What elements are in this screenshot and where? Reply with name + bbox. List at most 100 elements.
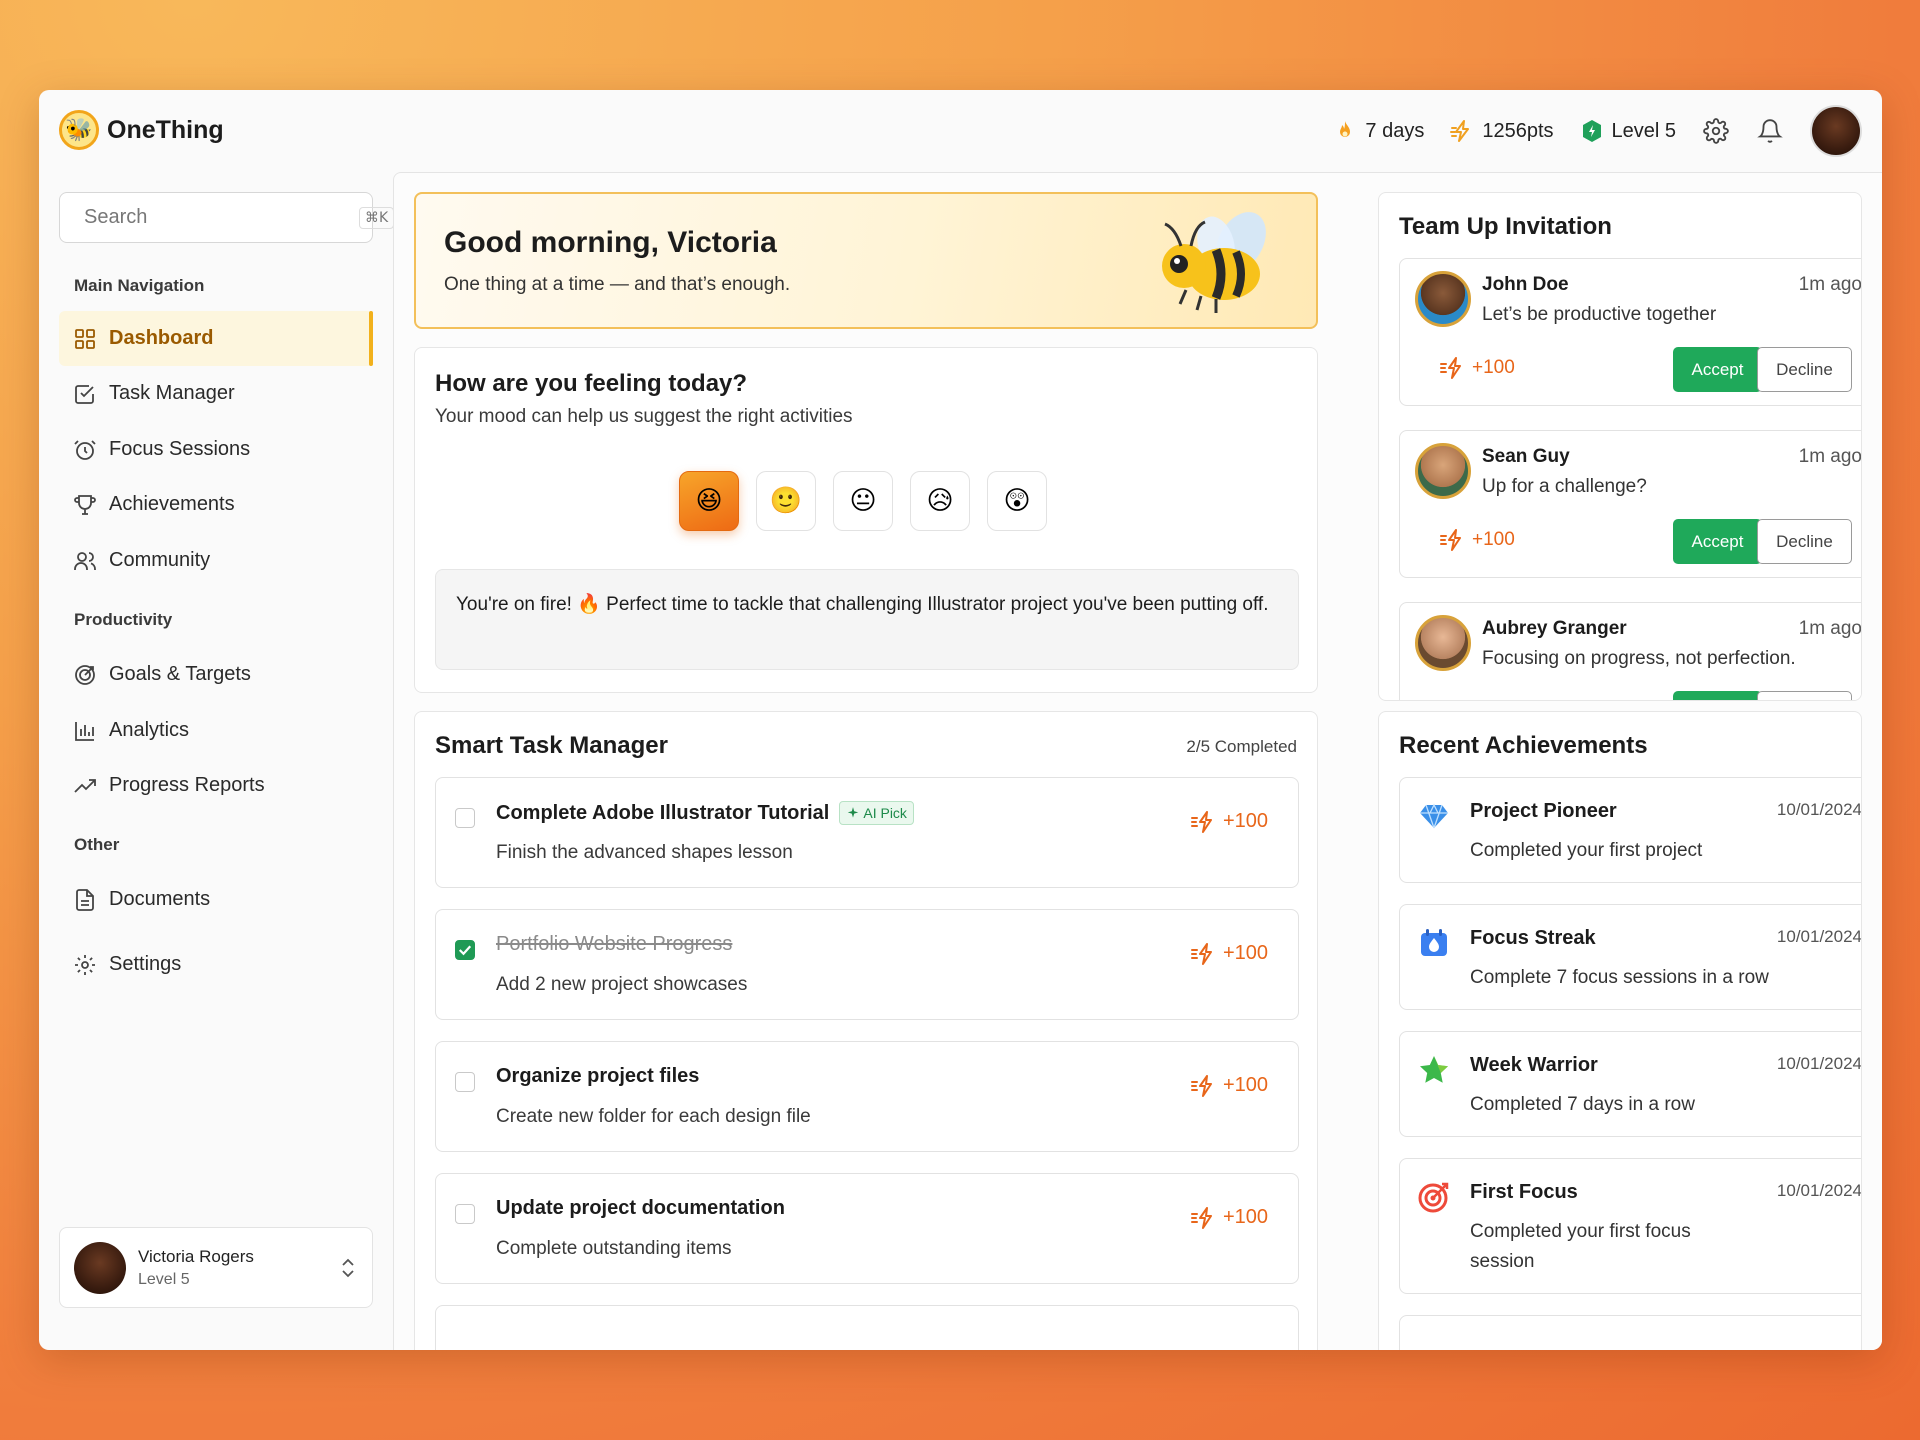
sparkle-icon: [848, 807, 859, 818]
achievement-description: Completed your first focus session: [1470, 1221, 1691, 1272]
sidebar-item-focus-sessions[interactable]: Focus Sessions: [59, 422, 373, 477]
accept-button[interactable]: Accept: [1673, 519, 1762, 564]
task-checkbox[interactable]: [455, 808, 475, 828]
user-switcher[interactable]: Victoria Rogers Level 5: [59, 1227, 373, 1308]
task-description: Complete outstanding items: [496, 1238, 732, 1259]
sidebar-item-dashboard[interactable]: Dashboard: [59, 311, 373, 366]
points-value: 1256pts: [1482, 119, 1554, 142]
app-window: 🐝 OneThing 7 days 1256pts Level 5 Search…: [39, 90, 1882, 1350]
flame-icon: [1340, 121, 1351, 137]
lightning-icon: [1190, 942, 1212, 965]
target-arrow-icon: [1418, 1182, 1449, 1213]
achievement-description: Complete 7 focus sessions in a row: [1470, 967, 1769, 988]
achievement-title: Week Warrior: [1470, 1054, 1598, 1076]
mood-option-laughing[interactable]: 😆: [679, 471, 739, 531]
bar-chart-icon: [75, 721, 94, 741]
task-points-value: +100: [1222, 1074, 1268, 1096]
decline-button[interactable]: Decline: [1757, 519, 1852, 564]
search-shortcut: ⌘K: [359, 206, 395, 229]
brand[interactable]: 🐝 OneThing: [59, 110, 224, 150]
mood-option-neutral[interactable]: 😐: [833, 471, 893, 531]
invite-points: +100: [1440, 529, 1515, 551]
achievement-date: 10/01/2024: [1776, 927, 1862, 946]
invite-message: Up for a challenge?: [1482, 476, 1647, 497]
achievement-date: 10/01/2024: [1776, 1181, 1862, 1200]
task-item-partial[interactable]: [435, 1305, 1299, 1350]
level-stat: Level 5: [1580, 119, 1677, 143]
sidebar-item-settings[interactable]: Settings: [59, 937, 373, 992]
nav-section-other: Other: [74, 835, 120, 854]
sidebar-item-community[interactable]: Community: [59, 533, 373, 588]
mood-card: How are you feeling today? Your mood can…: [414, 347, 1318, 693]
lightning-icon: [1190, 1074, 1212, 1097]
invite-name: John Doe: [1482, 274, 1569, 295]
sidebar-item-task-manager[interactable]: Task Manager: [59, 366, 373, 421]
lightning-icon: [1440, 357, 1461, 379]
sidebar-item-label: Documents: [109, 888, 211, 910]
team-up-card: Team Up Invitation John Doe 1m ago Let’s…: [1378, 192, 1862, 701]
task-item[interactable]: Portfolio Website Progress Add 2 new pro…: [435, 909, 1299, 1020]
task-item[interactable]: Update project documentation Complete ou…: [435, 1173, 1299, 1284]
search-box[interactable]: ⌘K: [59, 192, 395, 243]
task-item[interactable]: Complete Adobe Illustrator Tutorial AI P…: [435, 777, 1299, 888]
user-level: Level 5: [138, 1270, 190, 1288]
achievement-description: Completed 7 days in a row: [1470, 1094, 1695, 1115]
task-checkbox-checked[interactable]: [455, 940, 475, 960]
accept-button[interactable]: Accept: [1673, 347, 1762, 392]
mood-subtitle: Your mood can help us suggest the right …: [435, 406, 853, 427]
accept-button[interactable]: Accept: [1673, 691, 1762, 700]
lightning-icon: [1440, 529, 1461, 551]
task-checkbox[interactable]: [455, 1072, 475, 1092]
task-description: Add 2 new project showcases: [496, 974, 748, 995]
tasks-completed-count: 2/5 Completed: [1186, 737, 1297, 756]
greeting-banner: Good morning, Victoria One thing at a ti…: [414, 192, 1318, 329]
ai-pick-label: AI Pick: [863, 805, 907, 821]
sidebar-item-label: Community: [109, 549, 211, 571]
app-name: OneThing: [107, 115, 224, 144]
lightning-icon: [1190, 1206, 1212, 1229]
settings-button[interactable]: [1702, 117, 1730, 145]
sidebar-item-documents[interactable]: Documents: [59, 872, 373, 927]
invite-time: 1m ago: [1798, 274, 1862, 295]
points-stat: 1256pts: [1450, 119, 1554, 143]
task-title-text: Complete Adobe Illustrator Tutorial: [496, 801, 830, 824]
mood-option-surprised[interactable]: 😲: [987, 471, 1047, 531]
sidebar-item-achievements[interactable]: Achievements: [59, 477, 373, 532]
invite-time: 1m ago: [1798, 618, 1862, 639]
target-icon: [75, 664, 95, 685]
task-checkbox[interactable]: [455, 1204, 475, 1224]
gear-icon: [1703, 118, 1729, 144]
streak-stat: 7 days: [1333, 119, 1424, 143]
users-icon: [74, 551, 96, 570]
notifications-button[interactable]: [1756, 117, 1784, 145]
achievement-date: 10/01/2024: [1776, 1054, 1862, 1073]
task-title: Complete Adobe Illustrator Tutorial AI P…: [496, 801, 914, 825]
profile-avatar[interactable]: [1810, 105, 1862, 157]
decline-button[interactable]: Decline: [1757, 691, 1852, 700]
decline-button[interactable]: Decline: [1757, 347, 1852, 392]
mood-option-smile[interactable]: 🙂: [756, 471, 816, 531]
mood-option-sad[interactable]: 😥: [910, 471, 970, 531]
invite-item: Sean Guy 1m ago Up for a challenge? +100…: [1399, 430, 1861, 578]
team-title: Team Up Invitation: [1399, 213, 1612, 240]
sidebar-item-goals[interactable]: Goals & Targets: [59, 647, 373, 702]
task-title: Portfolio Website Progress: [496, 933, 733, 955]
search-input[interactable]: [84, 206, 349, 229]
task-item[interactable]: Organize project files Create new folder…: [435, 1041, 1299, 1152]
sidebar-item-analytics[interactable]: Analytics: [59, 703, 373, 758]
bee-illustration-icon: [1162, 212, 1266, 313]
task-points-value: +100: [1222, 942, 1268, 964]
lightning-icon: [1190, 810, 1212, 833]
sidebar-item-progress-reports[interactable]: Progress Reports: [59, 758, 373, 813]
invite-points: +100: [1440, 357, 1515, 379]
chevron-up-down-icon[interactable]: [338, 1255, 358, 1281]
achievement-title: First Focus: [1470, 1181, 1578, 1203]
top-bar: 🐝 OneThing 7 days 1256pts Level 5: [39, 90, 1882, 172]
level-value: Level 5: [1611, 119, 1677, 142]
diamond-icon: [1420, 803, 1448, 829]
sidebar-item-label: Progress Reports: [109, 774, 265, 796]
task-points-value: +100: [1222, 810, 1268, 832]
task-description: Finish the advanced shapes lesson: [496, 842, 793, 863]
nav-section-productivity: Productivity: [74, 610, 173, 629]
task-points: +100: [1190, 942, 1268, 965]
